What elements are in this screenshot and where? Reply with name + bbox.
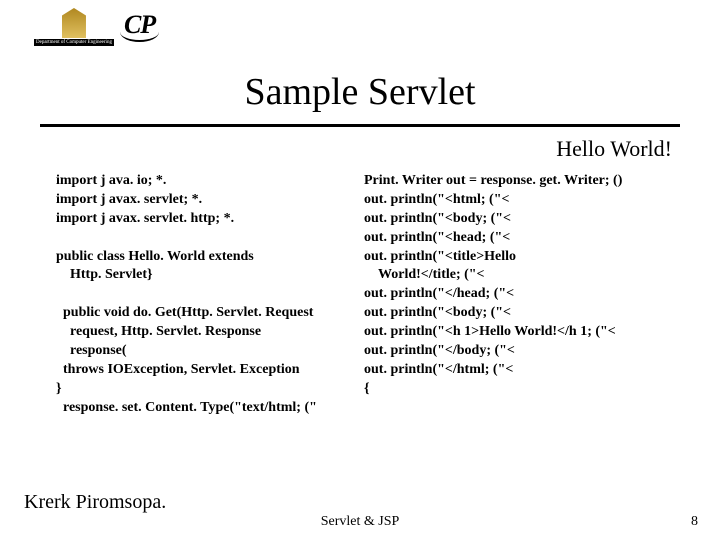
code-left-column: import j ava. io; *. import j avax. serv… xyxy=(56,172,356,460)
pillar-icon xyxy=(62,8,86,38)
footer-text: Servlet & JSP xyxy=(0,514,720,530)
slide: Department of Computer Engineering CP Sa… xyxy=(0,0,720,540)
slide-subtitle: Hello World! xyxy=(556,136,672,162)
logo-block: Department of Computer Engineering CP xyxy=(34,8,155,46)
slide-title: Sample Servlet xyxy=(0,70,720,114)
page-number: 8 xyxy=(691,514,698,530)
dept-logo: Department of Computer Engineering xyxy=(34,8,114,46)
title-divider xyxy=(40,124,680,127)
dept-caption: Department of Computer Engineering xyxy=(34,39,114,46)
code-right-column: Print. Writer out = response. get. Write… xyxy=(364,172,680,460)
code-area: import j ava. io; *. import j avax. serv… xyxy=(56,172,680,460)
author-name: Krerk Piromsopa. xyxy=(24,491,166,514)
cp-logo: CP xyxy=(124,10,155,44)
